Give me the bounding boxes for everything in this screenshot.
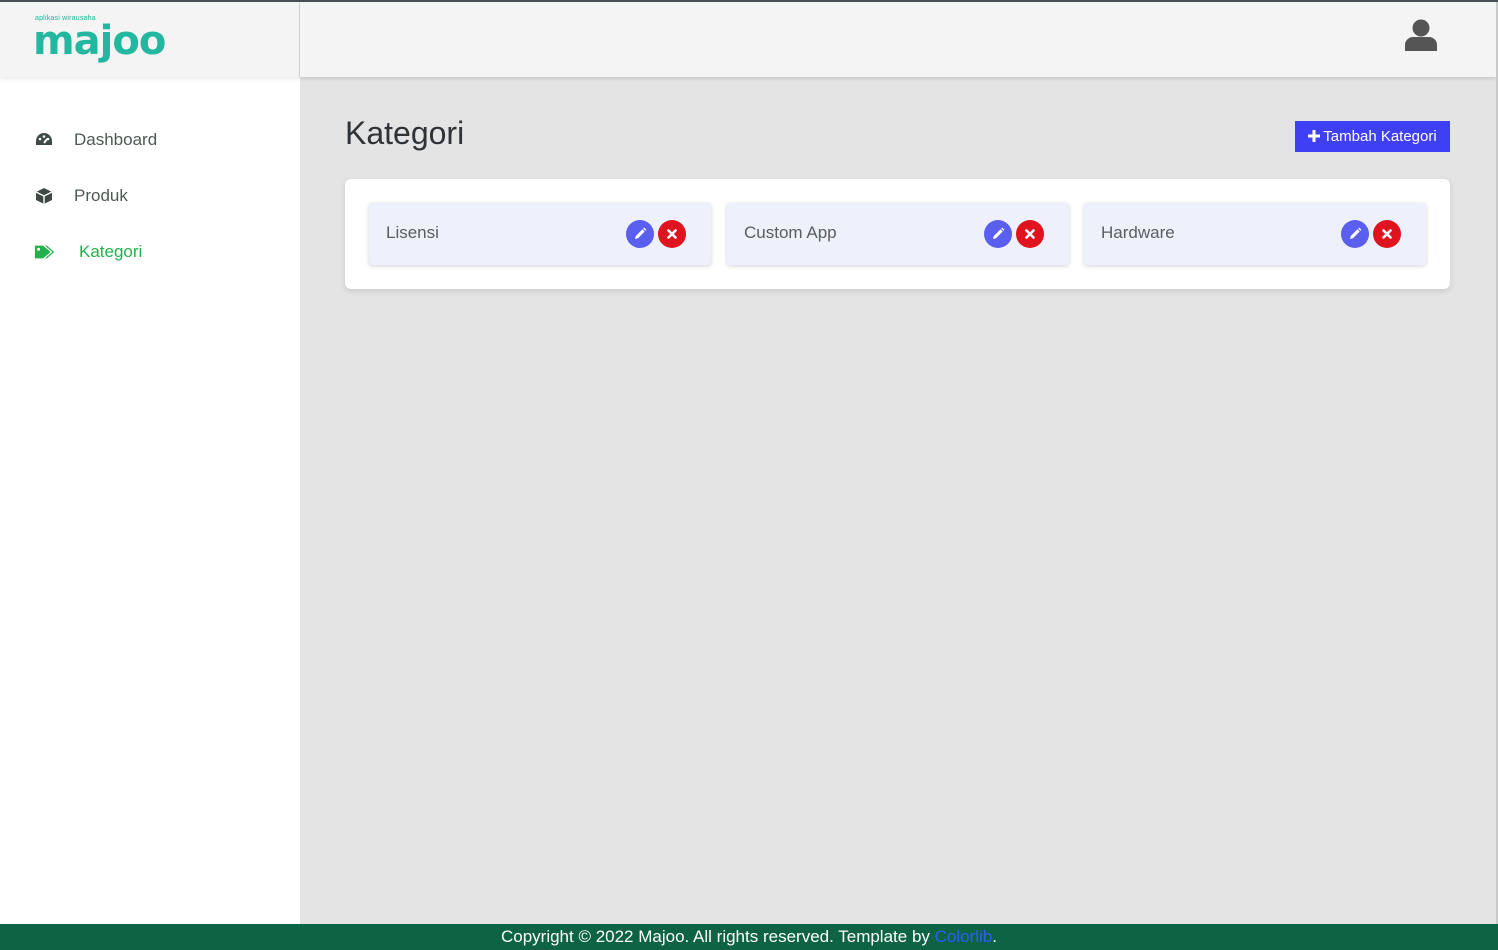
delete-button[interactable] bbox=[658, 220, 686, 248]
edit-button[interactable] bbox=[984, 220, 1012, 248]
top-header bbox=[300, 2, 1496, 77]
box-icon bbox=[34, 186, 54, 206]
close-icon bbox=[1382, 229, 1392, 239]
footer-period: . bbox=[992, 927, 998, 946]
delete-button[interactable] bbox=[1373, 220, 1401, 248]
edit-button[interactable] bbox=[1341, 220, 1369, 248]
logo[interactable]: aplikasi wirausaha majoo bbox=[0, 2, 300, 77]
logo-wordmark: majoo bbox=[33, 18, 166, 64]
category-card: Hardware bbox=[1084, 203, 1426, 265]
category-card: Custom App bbox=[727, 203, 1069, 265]
close-icon bbox=[1025, 229, 1035, 239]
category-name: Custom App bbox=[744, 223, 837, 242]
plus-icon bbox=[1308, 127, 1321, 147]
category-name: Hardware bbox=[1101, 223, 1175, 242]
tags-icon bbox=[34, 242, 56, 262]
category-name: Lisensi bbox=[386, 223, 439, 242]
sidebar-item-produk[interactable]: Produk bbox=[0, 168, 300, 224]
colorlib-link[interactable]: Colorlib bbox=[935, 927, 993, 947]
footer: Copyright © 2022 Majoo. All rights reser… bbox=[0, 924, 1498, 950]
copyright-text: Copyright © 2022 Majoo. All rights reser… bbox=[500, 927, 930, 946]
tachometer-icon bbox=[34, 130, 54, 150]
pencil-icon bbox=[635, 227, 647, 239]
page-title: Kategori bbox=[345, 115, 465, 151]
add-category-button[interactable]: Tambah Kategori bbox=[1295, 121, 1450, 152]
pencil-icon bbox=[993, 227, 1005, 239]
sidebar-nav: Dashboard Produk Kategori bbox=[0, 112, 300, 280]
close-icon bbox=[667, 229, 677, 239]
sidebar-item-label: Dashboard bbox=[74, 130, 158, 149]
sidebar-item-label: Produk bbox=[74, 186, 128, 205]
edit-button[interactable] bbox=[626, 220, 654, 248]
add-category-label: Tambah Kategori bbox=[1323, 128, 1437, 145]
sidebar-item-label: Kategori bbox=[79, 242, 143, 261]
sidebar: aplikasi wirausaha majoo Dashboard Produ… bbox=[0, 2, 300, 924]
sidebar-item-dashboard[interactable]: Dashboard bbox=[0, 112, 300, 168]
category-panel: Lisensi Custom App Hardware bbox=[345, 179, 1450, 289]
user-icon[interactable] bbox=[1404, 18, 1438, 52]
sidebar-item-kategori[interactable]: Kategori bbox=[0, 224, 300, 280]
pencil-icon bbox=[1350, 227, 1362, 239]
category-card: Lisensi bbox=[369, 203, 711, 265]
delete-button[interactable] bbox=[1016, 220, 1044, 248]
